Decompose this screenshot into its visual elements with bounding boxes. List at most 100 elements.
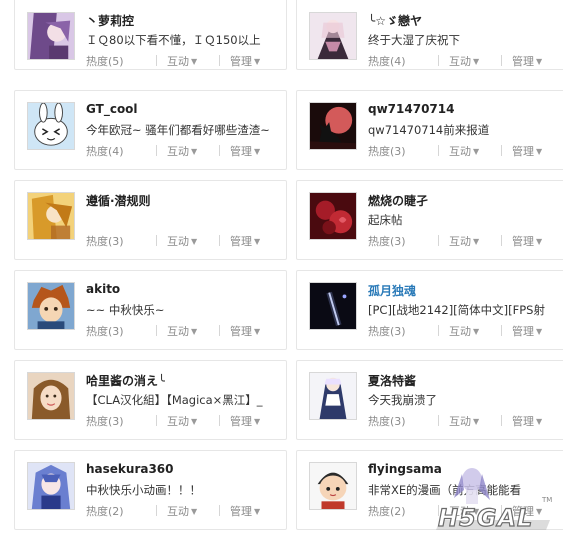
interact-label: 互动 <box>449 235 471 248</box>
heat-count[interactable]: 热度(3) <box>368 233 438 249</box>
interact-dropdown[interactable]: 互动 ▼ <box>449 413 501 429</box>
heat-count[interactable]: 热度(3) <box>86 323 156 339</box>
heat-count[interactable]: 热度(3) <box>368 143 438 159</box>
manage-label: 管理 <box>512 145 534 158</box>
wolf-moon-avatar-icon[interactable] <box>309 102 357 150</box>
caret-down-icon: ▼ <box>536 237 543 246</box>
heat-count[interactable]: 热度(5) <box>86 53 156 69</box>
interact-dropdown[interactable]: 互动 ▼ <box>449 53 501 69</box>
manage-dropdown[interactable]: 管理 ▼ <box>230 503 260 519</box>
post-meta: 热度(3) 互动 ▼ 管理 ▼ <box>368 413 542 429</box>
username-link[interactable]: hasekura360 <box>86 462 174 476</box>
manage-dropdown[interactable]: 管理 ▼ <box>230 233 260 249</box>
divider <box>219 55 220 66</box>
interact-label: 互动 <box>449 325 471 338</box>
manage-dropdown[interactable]: 管理 ▼ <box>512 53 542 69</box>
interact-dropdown[interactable]: 互动 ▼ <box>167 503 219 519</box>
post-title-link[interactable]: ＩＱ80以下看不懂，ＩＱ150以上 <box>86 32 282 48</box>
username-link[interactable]: 夏洛特酱 <box>368 372 416 389</box>
divider <box>501 145 502 156</box>
anime-boy-avatar-icon[interactable] <box>27 282 75 330</box>
username-link[interactable]: 丶萝莉控 <box>86 12 134 29</box>
interact-label: 互动 <box>167 145 189 158</box>
post-title-link[interactable]: 中秋快乐小动画！！！ <box>86 482 282 498</box>
interact-dropdown[interactable]: 互动 ▼ <box>167 233 219 249</box>
post-title-link[interactable]: qw71470714前来报道 <box>368 122 563 138</box>
username-link[interactable]: 遵循·潜规则 <box>86 192 151 209</box>
post-card: 哈里酱の消え╰ 【CLA汉化組】【Magica×黑江】_ 热度(3) 互动 ▼ 管理 ▼ <box>14 360 287 440</box>
heat-count[interactable]: 热度(3) <box>86 413 156 429</box>
username-link[interactable]: qw71470714 <box>368 102 454 116</box>
caret-down-icon: ▼ <box>191 507 198 516</box>
username-link[interactable]: GT_cool <box>86 102 138 116</box>
username-link[interactable]: akito <box>86 282 120 296</box>
manage-label: 管理 <box>512 55 534 68</box>
post-card: GT_cool 今年欧冠~ 骚年们都看好哪些渣渣~ 热度(4) 互动 ▼ 管理 ▼ <box>14 90 287 170</box>
manage-dropdown[interactable]: 管理 ▼ <box>512 143 542 159</box>
anime-gothic-avatar-icon[interactable] <box>309 12 357 60</box>
divider <box>219 505 220 516</box>
interact-dropdown[interactable]: 互动 ▼ <box>449 143 501 159</box>
username-link[interactable]: 燃烧の睫孑 <box>368 192 428 209</box>
username-link[interactable]: ╰☆ゞ戀ヤ <box>368 12 422 29</box>
interact-dropdown[interactable]: 互动 ▼ <box>167 53 219 69</box>
bunny-face-avatar-icon[interactable] <box>27 102 75 150</box>
post-card: ╰☆ゞ戀ヤ 终于大湿了庆祝下 热度(4) 互动 ▼ 管理 ▼ <box>296 0 563 70</box>
caret-down-icon: ▼ <box>473 57 480 66</box>
manage-dropdown[interactable]: 管理 ▼ <box>230 53 260 69</box>
interact-label: 互动 <box>167 235 189 248</box>
manage-dropdown[interactable]: 管理 ▼ <box>230 143 260 159</box>
heat-count[interactable]: 热度(4) <box>368 53 438 69</box>
manage-label: 管理 <box>230 415 252 428</box>
red-rose-avatar-icon[interactable] <box>309 192 357 240</box>
post-card: qw71470714 qw71470714前来报道 热度(3) 互动 ▼ 管理 ▼ <box>296 90 563 170</box>
post-title-link[interactable]: ~~ 中秋快乐~ <box>86 302 282 318</box>
post-title-link[interactable]: 终于大湿了庆祝下 <box>368 32 563 48</box>
heat-count[interactable]: 热度(3) <box>368 413 438 429</box>
h5gal-watermark-logo: H5GAL TM <box>436 468 552 533</box>
divider <box>219 325 220 336</box>
manage-label: 管理 <box>230 145 252 158</box>
heat-count[interactable]: 热度(4) <box>86 143 156 159</box>
manage-dropdown[interactable]: 管理 ▼ <box>512 233 542 249</box>
manage-label: 管理 <box>512 235 534 248</box>
dark-light-avatar-icon[interactable] <box>309 282 357 330</box>
username-link[interactable]: 孤月独魂 <box>368 282 416 299</box>
manage-dropdown[interactable]: 管理 ▼ <box>230 323 260 339</box>
caret-down-icon: ▼ <box>254 417 261 426</box>
anime-gold-avatar-icon[interactable] <box>27 192 75 240</box>
interact-label: 互动 <box>449 55 471 68</box>
manage-dropdown[interactable]: 管理 ▼ <box>512 323 542 339</box>
post-meta: 热度(3) 互动 ▼ 管理 ▼ <box>86 233 260 249</box>
interact-dropdown[interactable]: 互动 ▼ <box>449 233 501 249</box>
heat-count[interactable]: 热度(2) <box>368 503 438 519</box>
maid-figure-avatar-icon[interactable] <box>309 372 357 420</box>
anime-purple-avatar-icon[interactable] <box>27 12 75 60</box>
girl-portrait-avatar-icon[interactable] <box>27 372 75 420</box>
anime-blue-hair-avatar-icon[interactable] <box>27 462 75 510</box>
cartoon-boy-avatar-icon[interactable] <box>309 462 357 510</box>
post-meta: 热度(3) 互动 ▼ 管理 ▼ <box>86 323 260 339</box>
caret-down-icon: ▼ <box>254 507 261 516</box>
heat-count[interactable]: 热度(2) <box>86 503 156 519</box>
divider <box>501 415 502 426</box>
interact-dropdown[interactable]: 互动 ▼ <box>167 413 219 429</box>
manage-dropdown[interactable]: 管理 ▼ <box>230 413 260 429</box>
interact-label: 互动 <box>167 325 189 338</box>
manage-dropdown[interactable]: 管理 ▼ <box>512 413 542 429</box>
divider <box>501 325 502 336</box>
post-title-link[interactable]: 【CLA汉化組】【Magica×黑江】_ <box>86 392 282 408</box>
post-title-link[interactable]: 今年欧冠~ 骚年们都看好哪些渣渣~ <box>86 122 282 138</box>
post-card: 燃烧の睫孑 起床帖 热度(3) 互动 ▼ 管理 ▼ <box>296 180 563 260</box>
caret-down-icon: ▼ <box>191 237 198 246</box>
interact-dropdown[interactable]: 互动 ▼ <box>167 323 219 339</box>
heat-count[interactable]: 热度(3) <box>368 323 438 339</box>
heat-count[interactable]: 热度(3) <box>86 233 156 249</box>
post-title-link[interactable]: [PC][战地2142][简体中文][FPS射 <box>368 302 563 318</box>
caret-down-icon: ▼ <box>473 147 480 156</box>
post-title-link[interactable]: 起床帖 <box>368 212 563 228</box>
post-title-link[interactable]: 今天我崩溃了 <box>368 392 563 408</box>
interact-dropdown[interactable]: 互动 ▼ <box>449 323 501 339</box>
username-link[interactable]: 哈里酱の消え╰ <box>86 372 165 389</box>
interact-dropdown[interactable]: 互动 ▼ <box>167 143 219 159</box>
